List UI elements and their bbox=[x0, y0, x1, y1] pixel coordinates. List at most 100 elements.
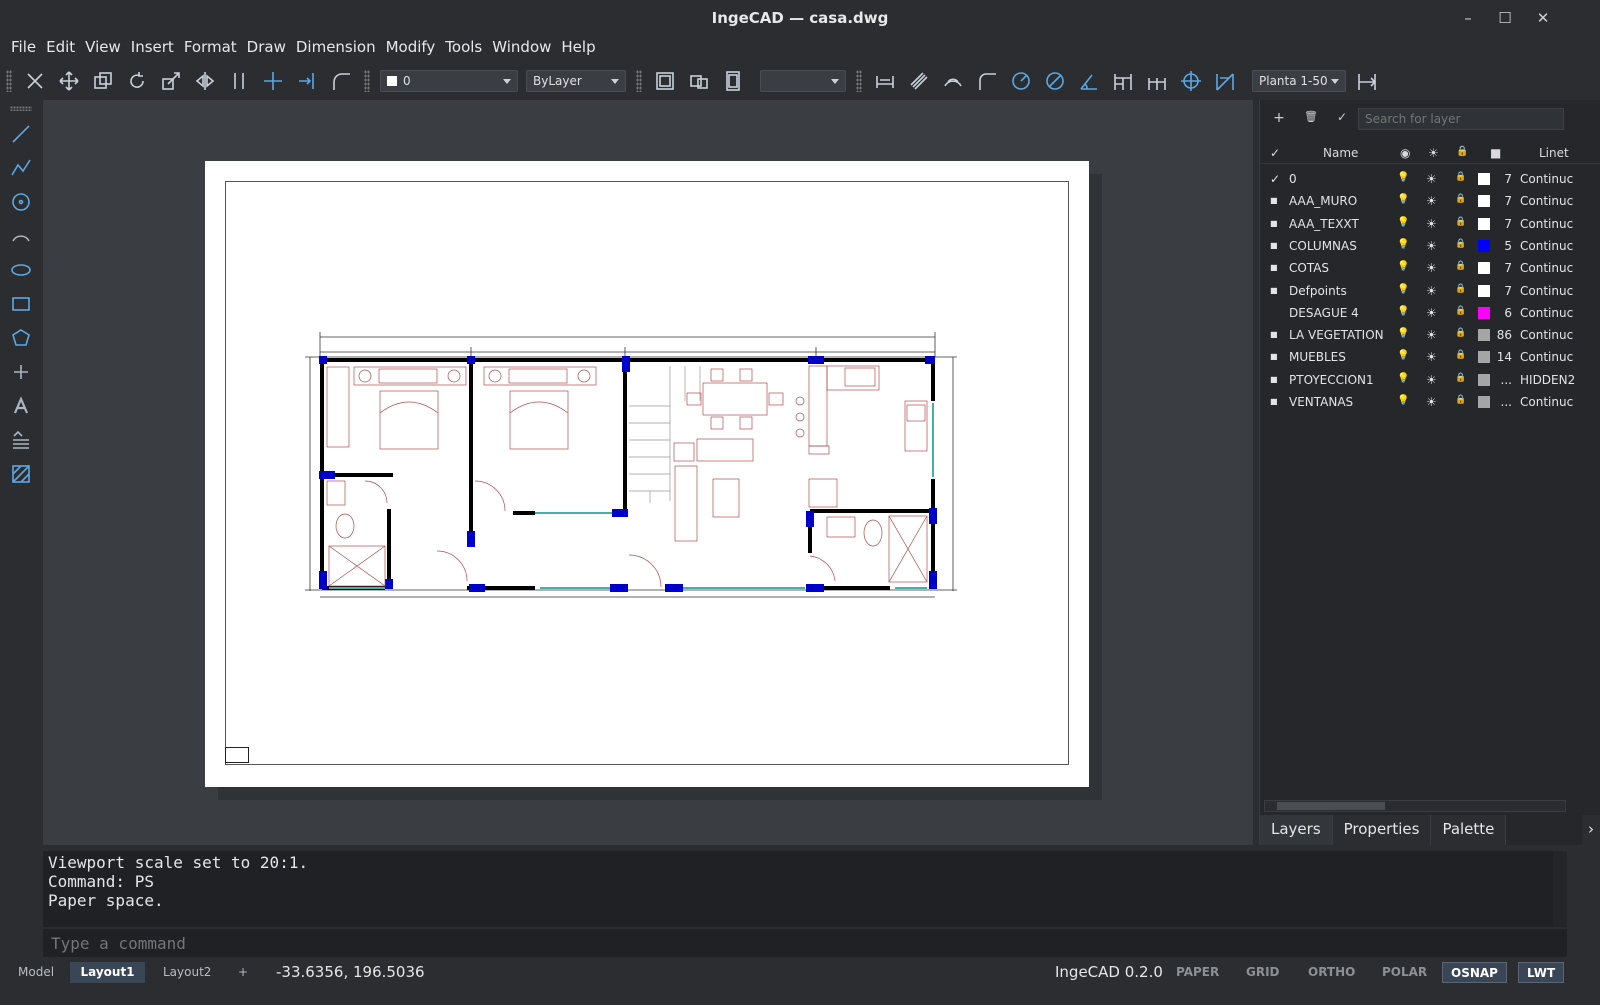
toggle-polar[interactable]: POLAR bbox=[1374, 962, 1435, 983]
layer-row[interactable]: ■ PTOYECCION1 💡 ☀ 🔒... HIDDEN2 bbox=[1260, 369, 1600, 391]
menu-edit[interactable]: Edit bbox=[41, 36, 80, 60]
tab-layout1[interactable]: Layout1 bbox=[70, 962, 145, 983]
layer-lock-icon[interactable]: 🔒 bbox=[1455, 172, 1466, 182]
add-layer-icon[interactable]: + bbox=[1268, 110, 1290, 128]
layer-lock-icon[interactable]: 🔒 bbox=[1455, 395, 1466, 405]
header-name[interactable]: Name bbox=[1323, 146, 1358, 160]
menu-format[interactable]: Format bbox=[179, 36, 242, 60]
tab-layout2[interactable]: Layout2 bbox=[155, 962, 219, 983]
layer-lock-icon[interactable]: 🔒 bbox=[1455, 217, 1466, 227]
scale-combo[interactable]: Planta 1-50 bbox=[1252, 70, 1346, 92]
rotate-icon[interactable] bbox=[120, 66, 154, 96]
dim-angular-icon[interactable] bbox=[1072, 66, 1106, 96]
viewports-icon[interactable] bbox=[682, 66, 716, 96]
layer-row[interactable]: ■ VENTANAS 💡 ☀ 🔒... Continuc bbox=[1260, 391, 1600, 413]
layer-on-icon[interactable]: 💡 bbox=[1397, 239, 1409, 250]
layer-freeze-icon[interactable]: ☀ bbox=[1426, 373, 1437, 387]
layer-color-swatch[interactable] bbox=[1478, 329, 1490, 342]
layer-linetype[interactable]: Continuc bbox=[1520, 261, 1573, 275]
dim-linear-icon[interactable] bbox=[868, 66, 902, 96]
maximize-button[interactable]: ☐ bbox=[1487, 6, 1523, 30]
layer-row[interactable]: ■ COLUMNAS 💡 ☀ 🔒 5 Continuc bbox=[1260, 235, 1600, 257]
tab-properties[interactable]: Properties bbox=[1332, 815, 1432, 845]
layer-on-icon[interactable]: 💡 bbox=[1397, 261, 1409, 272]
layer-search-input[interactable] bbox=[1358, 108, 1564, 130]
layer-lock-icon[interactable]: 🔒 bbox=[1455, 350, 1466, 360]
layer-row[interactable]: ■ COTAS 💡 ☀ 🔒 7 Continuc bbox=[1260, 257, 1600, 279]
tabs-more-icon[interactable]: › bbox=[1582, 815, 1600, 845]
layer-on-icon[interactable]: 💡 bbox=[1397, 328, 1409, 339]
layer-linetype[interactable]: Continuc bbox=[1520, 328, 1573, 342]
layer-linetype[interactable]: Continuc bbox=[1520, 306, 1573, 320]
layer-lock-icon[interactable]: 🔒 bbox=[1455, 261, 1466, 271]
text-icon[interactable] bbox=[0, 389, 42, 423]
toggle-osnap[interactable]: OSNAP bbox=[1442, 962, 1507, 983]
dim-baseline-icon[interactable] bbox=[1106, 66, 1140, 96]
menu-window[interactable]: Window bbox=[487, 36, 556, 60]
header-on-icon[interactable]: ◉ bbox=[1400, 146, 1410, 160]
layer-color-swatch[interactable] bbox=[1478, 284, 1490, 297]
layer-color-swatch[interactable] bbox=[1478, 239, 1490, 252]
layer-color-swatch[interactable] bbox=[1478, 396, 1490, 408]
layer-lock-icon[interactable]: 🔒 bbox=[1455, 373, 1466, 383]
layer-color-swatch[interactable] bbox=[1478, 195, 1490, 208]
drawing-canvas[interactable] bbox=[43, 100, 1253, 845]
layer-freeze-icon[interactable]: ☀ bbox=[1426, 172, 1437, 186]
layer-linetype[interactable]: Continuc bbox=[1520, 194, 1573, 208]
layer-row[interactable]: ■ AAA_TEXXT 💡 ☀ 🔒 7 Continuc bbox=[1260, 213, 1600, 235]
minimize-button[interactable]: – bbox=[1450, 6, 1486, 30]
layer-linetype[interactable]: Continuc bbox=[1520, 395, 1573, 409]
layer-on-icon[interactable]: 💡 bbox=[1397, 217, 1409, 228]
hatch-icon[interactable] bbox=[0, 457, 42, 491]
layer-row[interactable]: ✓ 0 💡 ☀ 🔒 7 Continuc bbox=[1260, 168, 1600, 190]
header-lock-icon[interactable]: 🔒 bbox=[1456, 146, 1468, 157]
layer-lock-icon[interactable]: 🔒 bbox=[1455, 194, 1466, 204]
tab-palette[interactable]: Palette bbox=[1431, 815, 1507, 845]
layer-on-icon[interactable]: 💡 bbox=[1397, 172, 1409, 183]
layer-lock-icon[interactable]: 🔒 bbox=[1455, 239, 1466, 249]
layer-current-marker[interactable]: ■ bbox=[1270, 286, 1278, 295]
layer-on-icon[interactable]: 💡 bbox=[1397, 373, 1409, 384]
layer-on-icon[interactable]: 💡 bbox=[1397, 284, 1409, 295]
dim-ordinate-icon[interactable] bbox=[970, 66, 1004, 96]
layer-current-marker[interactable]: ■ bbox=[1270, 352, 1278, 361]
command-input[interactable] bbox=[43, 929, 1567, 957]
dim-center-icon[interactable] bbox=[1174, 66, 1208, 96]
mirror-icon[interactable] bbox=[188, 66, 222, 96]
linetype-combo[interactable]: ByLayer bbox=[526, 70, 626, 92]
layer-freeze-icon[interactable]: ☀ bbox=[1426, 395, 1437, 409]
dim-radius-icon[interactable] bbox=[1004, 66, 1038, 96]
tab-layers[interactable]: Layers bbox=[1260, 815, 1333, 845]
floor-plan-drawing[interactable] bbox=[205, 161, 1089, 787]
dim-diameter-icon[interactable] bbox=[1038, 66, 1072, 96]
layer-on-icon[interactable]: 💡 bbox=[1397, 350, 1409, 361]
ellipse-icon[interactable] bbox=[0, 253, 42, 287]
close-button[interactable]: ✕ bbox=[1525, 6, 1561, 30]
paper-sheet[interactable] bbox=[205, 161, 1089, 787]
layer-linetype[interactable]: Continuc bbox=[1520, 172, 1573, 186]
toolbar-grip[interactable] bbox=[6, 70, 12, 92]
menu-draw[interactable]: Draw bbox=[242, 36, 291, 60]
layer-current-marker[interactable]: ■ bbox=[1270, 375, 1278, 384]
menu-modify[interactable]: Modify bbox=[381, 36, 441, 60]
layer-linetype[interactable]: Continuc bbox=[1520, 284, 1573, 298]
layer-lock-icon[interactable]: 🔒 bbox=[1455, 306, 1466, 316]
layer-row[interactable]: DESAGUE 4 💡 ☀ 🔒 6 Continuc bbox=[1260, 302, 1600, 324]
layer-on-icon[interactable]: 💡 bbox=[1397, 395, 1409, 406]
set-current-layer-icon[interactable]: ✓ bbox=[1331, 110, 1353, 128]
layer-color-swatch[interactable] bbox=[1478, 306, 1490, 319]
layer-freeze-icon[interactable]: ☀ bbox=[1426, 328, 1437, 342]
layout-icon[interactable] bbox=[716, 66, 750, 96]
layer-linetype[interactable]: Continuc bbox=[1520, 350, 1573, 364]
arc-icon[interactable] bbox=[0, 219, 42, 253]
layer-color-swatch[interactable] bbox=[1478, 173, 1490, 185]
layer-linetype[interactable]: Continuc bbox=[1520, 217, 1573, 231]
toggle-grid[interactable]: GRID bbox=[1238, 962, 1288, 983]
empty-combo[interactable] bbox=[760, 70, 846, 92]
layer-current-marker[interactable]: ■ bbox=[1270, 219, 1278, 228]
layer-freeze-icon[interactable]: ☀ bbox=[1426, 194, 1437, 208]
rectangle-icon[interactable] bbox=[0, 287, 42, 321]
polygon-icon[interactable] bbox=[0, 321, 42, 355]
dim-space-icon[interactable] bbox=[1350, 66, 1384, 96]
copy-icon[interactable] bbox=[86, 66, 120, 96]
